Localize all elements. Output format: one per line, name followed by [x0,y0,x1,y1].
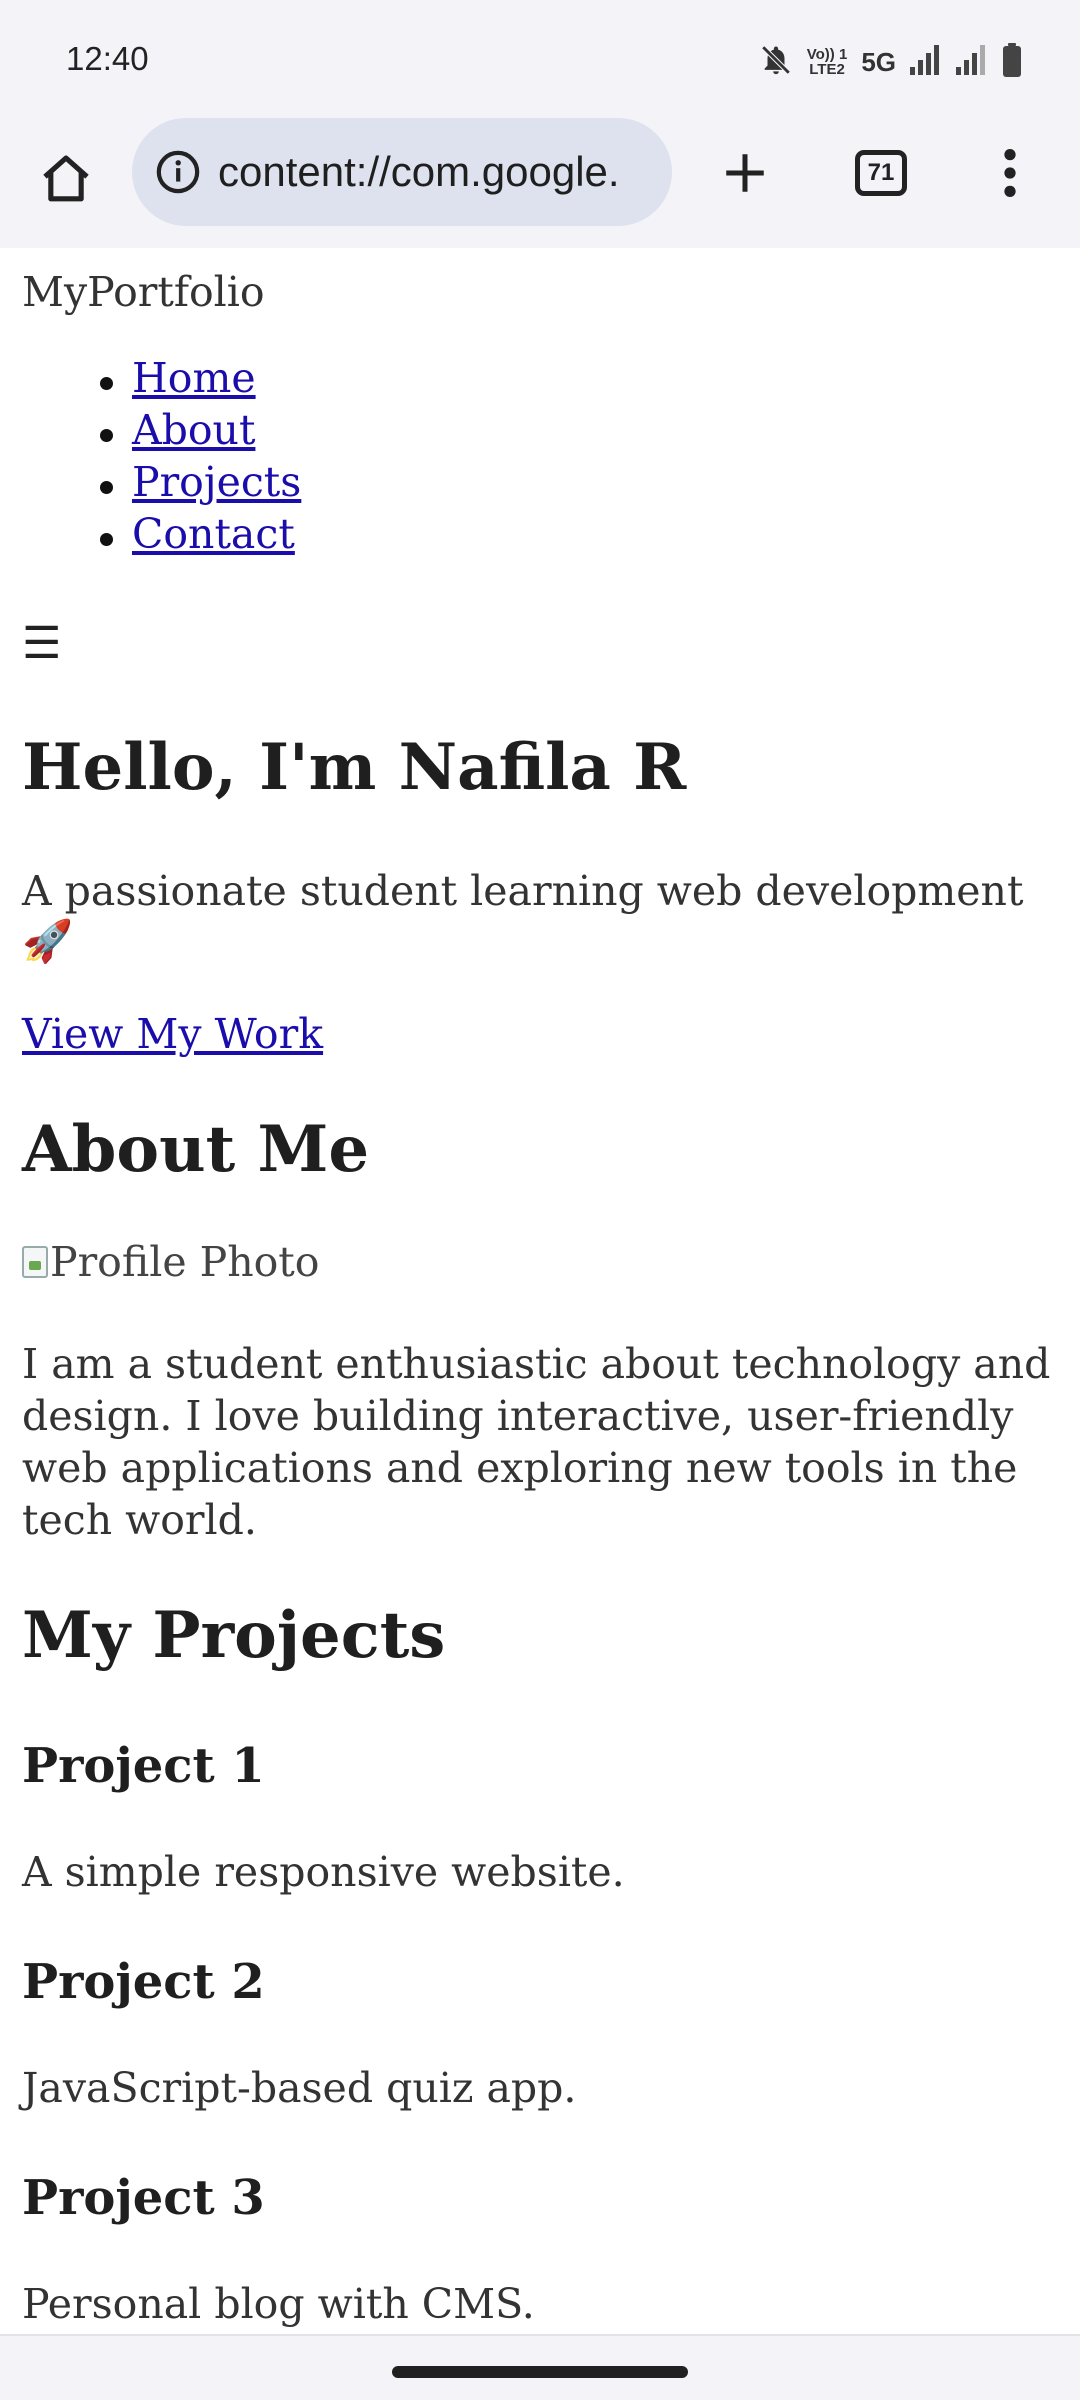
hamburger-menu-icon[interactable]: ☰ [22,618,61,669]
view-work-link[interactable]: View My Work [22,1010,323,1058]
status-icons: Vo)) 1 LTE2 5G [759,42,1022,82]
plus-icon [726,154,764,192]
projects-heading: My Projects [22,1598,446,1673]
volte-icon: Vo)) 1 LTE2 [806,46,848,78]
gesture-nav-area [0,2334,1080,2400]
nav-link-projects[interactable]: Projects [132,458,301,506]
nav-link-about[interactable]: About [132,406,255,454]
new-tab-button[interactable] [708,136,782,210]
signal-icon [910,44,942,80]
profile-photo: Profile Photo [22,1238,319,1286]
site-info-icon[interactable] [152,146,204,198]
home-icon [43,155,89,202]
hero-title: Hello, I'm Nafila R [22,730,687,805]
nav-item-home: Home [99,354,301,406]
nav-item-about: About [99,406,301,458]
nav-item-projects: Projects [99,458,301,510]
gesture-handle[interactable] [392,2366,688,2378]
project-title: Project 1 [22,1738,265,1794]
project-description: A simple responsive website. [22,1848,625,1896]
tabs-icon: 71 [855,150,907,196]
nav-link-home[interactable]: Home [132,354,256,402]
about-heading: About Me [22,1112,370,1187]
status-time: 12:40 [66,40,149,77]
tab-switcher-button[interactable]: 71 [844,136,918,210]
home-button[interactable] [30,143,102,215]
broken-image-icon [22,1246,48,1278]
bell-off-icon [759,43,793,82]
signal-icon-2 [956,44,988,80]
web-page: MyPortfolio Home About Projects Contact … [0,248,1080,2334]
more-vert-icon [1004,148,1016,198]
battery-icon [1002,42,1022,82]
network-type: 5G [861,46,896,77]
status-bar: 12:40 Vo)) 1 LTE2 5G [0,0,1080,118]
project-description: Personal blog with CMS. [22,2280,535,2328]
about-paragraph: I am a student enthusiastic about techno… [22,1340,1051,1544]
nav-item-contact: Contact [99,510,301,562]
project-title: Project 3 [22,2170,265,2226]
hero-tagline: A passionate student learning web develo… [22,867,1024,965]
address-bar[interactable]: content://com.google. [132,118,672,226]
url-text[interactable]: content://com.google. [218,148,620,196]
profile-photo-alt: Profile Photo [50,1238,320,1286]
nav-link-contact[interactable]: Contact [132,510,295,558]
site-logo: MyPortfolio [22,268,265,316]
nav-menu: Home About Projects Contact [99,354,301,562]
project-title: Project 2 [22,1954,265,2010]
project-description: JavaScript-based quiz app. [22,2064,577,2112]
browser-toolbar: content://com.google. 71 [0,118,1080,248]
more-menu-button[interactable] [980,136,1040,210]
